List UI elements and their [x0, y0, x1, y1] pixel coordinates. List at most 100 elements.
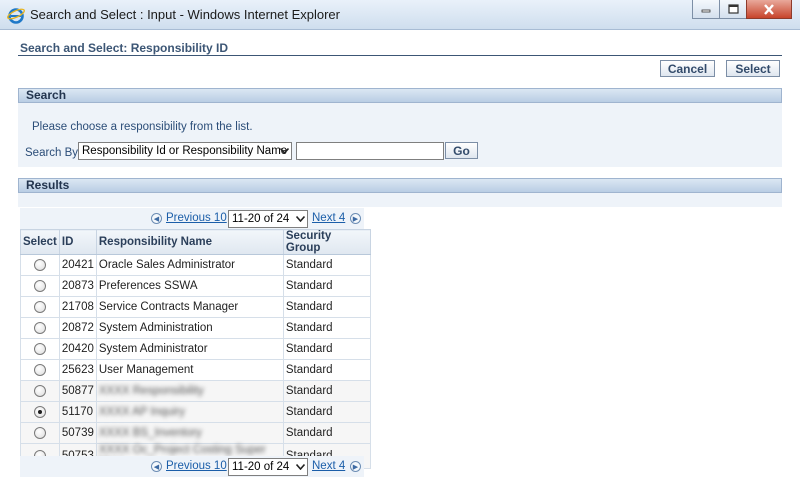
responsibility-name: Service Contracts Manager [98, 301, 239, 313]
internet-explorer-icon [7, 8, 25, 24]
select-radio[interactable] [33, 280, 46, 292]
next-icon[interactable]: ▶ [350, 461, 361, 472]
select-cell [20, 254, 60, 276]
column-header-name: Responsibility Name [95, 229, 284, 255]
chevron-down-icon [293, 459, 307, 475]
responsibility-name: Preferences SSWA [98, 280, 198, 292]
table-row: 20420 System Administrator Standard [20, 338, 371, 360]
responsibility-name: User Management [98, 364, 194, 376]
select-cell [20, 359, 60, 381]
responsibility-name-cell: System Administrator [95, 338, 284, 360]
search-by-value: Responsibility Id or Responsibility Name [82, 145, 288, 157]
select-cell [20, 317, 60, 339]
cancel-button[interactable]: Cancel [660, 60, 715, 77]
select-cell [20, 380, 60, 402]
minimize-icon [701, 9, 711, 13]
responsibility-name-cell: System Administration [95, 317, 284, 339]
responsibility-name: Oracle Sales Administrator [98, 259, 236, 271]
column-header-id: ID [58, 229, 97, 255]
range-select[interactable]: 11-20 of 24 [228, 210, 308, 228]
search-by-select[interactable]: Responsibility Id or Responsibility Name [78, 142, 292, 160]
responsibility-name-cell: Preferences SSWA [95, 275, 284, 297]
pagination-bottom: ◀ Previous 10 11-20 of 24 Next 4 ▶ [20, 456, 364, 477]
select-radio[interactable] [33, 259, 46, 271]
next-icon[interactable]: ▶ [350, 213, 361, 224]
close-window-button[interactable] [746, 0, 792, 19]
search-query-input[interactable] [296, 142, 444, 160]
select-cell [20, 422, 60, 444]
id-cell: 20421 [58, 254, 97, 276]
select-cell [20, 275, 60, 297]
responsibility-name-cell: Oracle Sales Administrator [95, 254, 284, 276]
id-cell: 20420 [58, 338, 97, 360]
select-radio[interactable] [33, 301, 46, 313]
id-cell: 51170 [58, 401, 97, 423]
id-cell: 20873 [58, 275, 97, 297]
range-select[interactable]: 11-20 of 24 [228, 458, 308, 476]
responsibility-name: XXXX Responsibility [98, 385, 204, 397]
go-button[interactable]: Go [445, 142, 478, 159]
maximize-icon [727, 4, 739, 14]
select-radio[interactable] [33, 364, 46, 376]
table-row: 25623 User Management Standard [20, 359, 371, 381]
search-hint: Please choose a responsibility from the … [32, 121, 253, 133]
minimize-button[interactable] [692, 0, 720, 19]
previous-icon[interactable]: ◀ [151, 461, 162, 472]
select-radio[interactable] [33, 322, 46, 334]
select-cell [20, 338, 60, 360]
id-cell: 25623 [58, 359, 97, 381]
results-section-header: Results [18, 178, 782, 193]
select-radio[interactable] [33, 427, 46, 439]
select-button[interactable]: Select [726, 60, 780, 77]
column-header-select: Select [20, 229, 60, 255]
range-value: 11-20 of 24 [232, 213, 290, 225]
responsibility-name: XXXX AP Inquiry [98, 406, 185, 418]
select-radio[interactable] [33, 385, 46, 397]
id-cell: 50877 [58, 380, 97, 402]
title-divider [18, 55, 782, 56]
page-title: Search and Select: Responsibility ID [20, 41, 229, 55]
pagination-top: ◀ Previous 10 11-20 of 24 Next 4 ▶ [20, 208, 364, 229]
security-group-cell: Standard [282, 296, 371, 318]
results-body: 20421 Oracle Sales Administrator Standard 2… [20, 254, 371, 469]
window-title: Search and Select : Input - Windows Inte… [30, 7, 340, 22]
select-radio[interactable] [33, 406, 46, 418]
table-row: 20421 Oracle Sales Administrator Standard [20, 254, 371, 276]
results-table: Select ID Responsibility Name Security G… [20, 229, 371, 469]
window-titlebar: Search and Select : Input - Windows Inte… [0, 0, 800, 30]
search-by-label: Search By [25, 147, 79, 159]
table-row: 20873 Preferences SSWA Standard [20, 275, 371, 297]
responsibility-name-cell: XXXX BS_Inventory [95, 422, 284, 444]
responsibility-name-cell: Service Contracts Manager [95, 296, 284, 318]
responsibility-name: System Administrator [98, 343, 208, 355]
previous-link[interactable]: Previous 10 [166, 460, 227, 472]
close-icon [764, 3, 774, 15]
next-link[interactable]: Next 4 [312, 460, 345, 472]
responsibility-name: System Administration [98, 322, 213, 334]
security-group-cell: Standard [282, 401, 371, 423]
table-row: 51170 XXXX AP Inquiry Standard [20, 401, 371, 423]
previous-link[interactable]: Previous 10 [166, 212, 227, 224]
security-group-cell: Standard [282, 275, 371, 297]
select-radio[interactable] [33, 343, 46, 355]
range-value: 11-20 of 24 [232, 461, 290, 473]
table-row: 20872 System Administration Standard [20, 317, 371, 339]
results-section-body [18, 193, 782, 207]
security-group-cell: Standard [282, 254, 371, 276]
security-group-cell: Standard [282, 422, 371, 444]
security-group-cell: Standard [282, 359, 371, 381]
previous-icon[interactable]: ◀ [151, 213, 162, 224]
chevron-down-icon [293, 211, 307, 227]
maximize-button[interactable] [719, 0, 747, 19]
select-cell [20, 401, 60, 423]
security-group-cell: Standard [282, 317, 371, 339]
responsibility-name: XXXX BS_Inventory [98, 427, 202, 439]
search-section-header: Search [18, 88, 782, 103]
security-group-cell: Standard [282, 338, 371, 360]
id-cell: 50739 [58, 422, 97, 444]
table-row: 50739 XXXX BS_Inventory Standard [20, 422, 371, 444]
table-row: 21708 Service Contracts Manager Standard [20, 296, 371, 318]
responsibility-name-cell: XXXX Responsibility [95, 380, 284, 402]
next-link[interactable]: Next 4 [312, 212, 345, 224]
id-cell: 21708 [58, 296, 97, 318]
